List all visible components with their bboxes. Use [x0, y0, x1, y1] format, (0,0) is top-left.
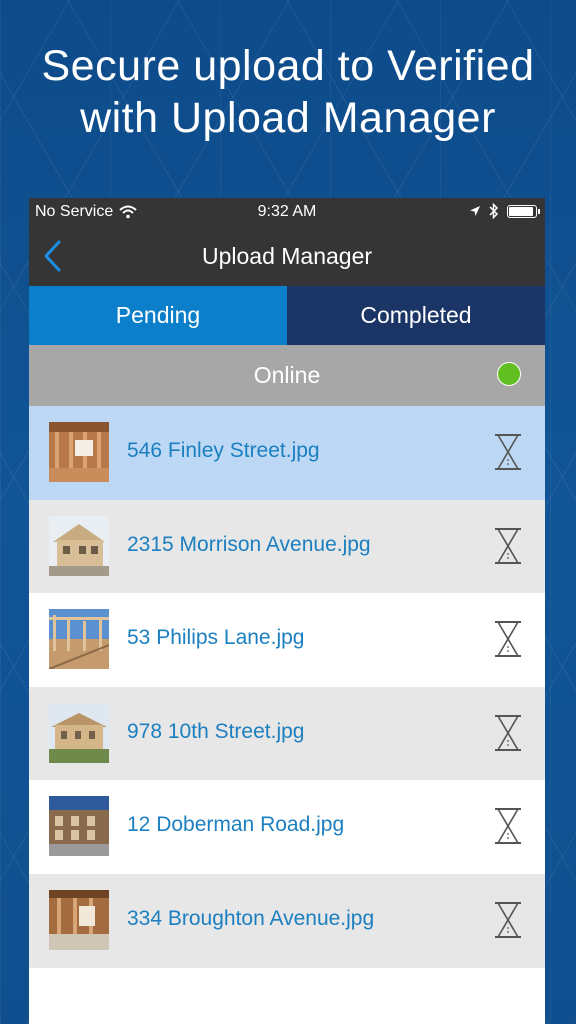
status-right	[469, 203, 540, 219]
phone-screen: No Service 9:32 AM Upload Manager Pendin…	[29, 198, 545, 1024]
photo-thumbnail	[49, 889, 109, 950]
photo-thumbnail	[49, 796, 109, 857]
location-arrow-icon	[470, 206, 480, 216]
segmented-tabs: Pending Completed	[29, 286, 545, 345]
connection-status-label: Online	[253, 362, 321, 388]
tab-completed-label: Completed	[360, 302, 472, 328]
page-title: Upload Manager	[201, 243, 373, 269]
hourglass-icon	[495, 901, 521, 938]
hourglass-icon	[495, 808, 521, 845]
tab-pending-label: Pending	[115, 302, 201, 328]
upload-row[interactable]: 53 Philips Lane.jpg	[29, 593, 545, 687]
photo-thumbnail	[49, 422, 109, 482]
navigation-bar: Upload Manager	[29, 226, 545, 286]
upload-row[interactable]: 12 Doberman Road.jpg	[29, 780, 545, 874]
file-name: 53 Philips Lane.jpg	[127, 626, 305, 650]
battery-icon	[507, 204, 540, 218]
upload-row[interactable]: 2315 Morrison Avenue.jpg	[29, 499, 545, 594]
upload-row[interactable]: 978 10th Street.jpg	[29, 686, 545, 781]
connection-status-row: Online	[29, 345, 545, 406]
tab-completed[interactable]: Completed	[287, 286, 545, 345]
photo-thumbnail	[49, 702, 109, 763]
file-name: 12 Doberman Road.jpg	[127, 813, 345, 837]
status-time: 9:32 AM	[257, 203, 317, 220]
headline-line-2: with Upload Manager	[80, 94, 496, 142]
upload-row[interactable]: 546 Finley Street.jpg	[29, 406, 545, 500]
file-name: 2315 Morrison Avenue.jpg	[127, 532, 371, 556]
file-name: 546 Finley Street.jpg	[127, 439, 320, 462]
online-indicator-icon	[497, 362, 521, 386]
hourglass-icon	[495, 434, 521, 470]
bluetooth-icon	[489, 203, 499, 219]
upload-row[interactable]: 334 Broughton Avenue.jpg	[29, 873, 545, 968]
hourglass-icon	[495, 621, 521, 658]
file-name: 978 10th Street.jpg	[127, 719, 305, 743]
photo-thumbnail	[49, 609, 109, 670]
hourglass-icon	[495, 714, 521, 751]
tab-pending[interactable]: Pending	[29, 286, 287, 345]
headline-line-1: Secure upload to Verified	[41, 42, 535, 90]
photo-thumbnail	[49, 515, 109, 576]
promo-headline: Secure upload to Verified with Upload Ma…	[0, 40, 576, 144]
hourglass-icon	[495, 527, 521, 564]
file-name: 334 Broughton Avenue.jpg	[127, 906, 375, 930]
status-bar: No Service 9:32 AM	[29, 198, 545, 226]
upload-list: 546 Finley Street.jpg 2315 Morrison Aven…	[29, 406, 545, 968]
